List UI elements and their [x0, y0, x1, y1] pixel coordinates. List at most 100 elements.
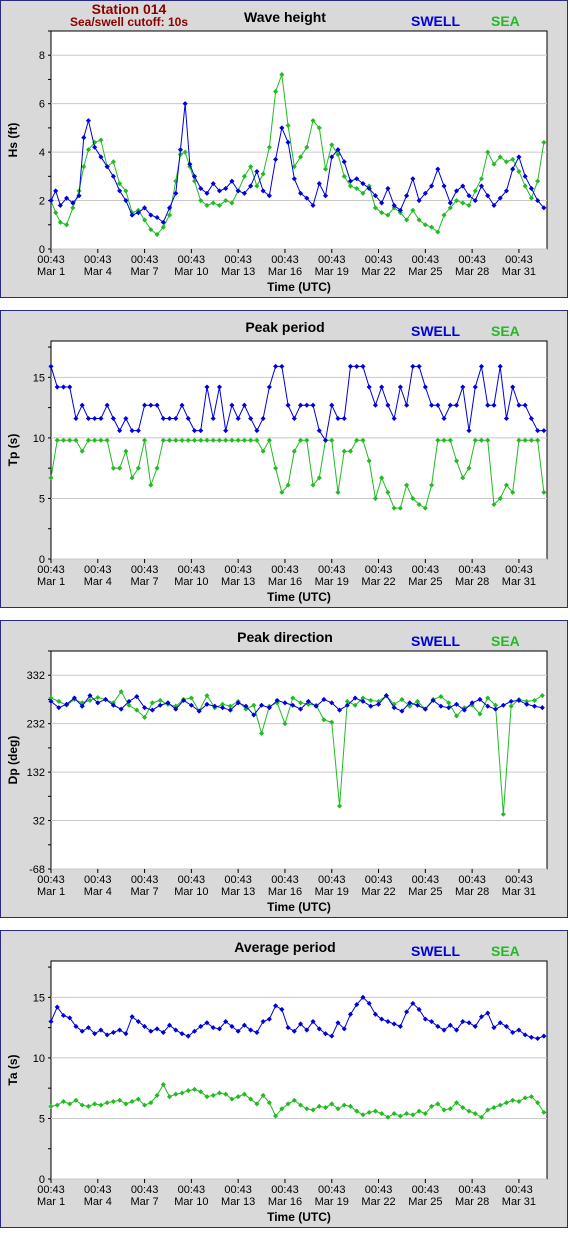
y-tick-label: 132 [27, 767, 45, 779]
y-tick-label: 6 [39, 99, 45, 111]
x-tick-time: 00:43 [178, 1184, 206, 1196]
x-axis-label: Time (UTC) [267, 280, 331, 294]
x-tick-time: 00:43 [224, 1184, 252, 1196]
x-tick-date: Mar 10 [174, 576, 208, 588]
y-tick-label: 2 [39, 196, 45, 208]
x-tick-date: Mar 22 [361, 576, 395, 588]
x-tick-time: 00:43 [84, 874, 112, 886]
x-tick-time: 00:43 [412, 564, 440, 576]
x-tick-date: Mar 16 [268, 266, 302, 278]
x-tick-time: 00:43 [412, 254, 440, 266]
x-axis-label: Time (UTC) [267, 590, 331, 604]
chart-title: Wave height [244, 9, 326, 25]
x-tick-time: 00:43 [271, 874, 299, 886]
chart-svg: 0246800:43Mar 100:43Mar 400:43Mar 700:43… [6, 9, 548, 294]
y-tick-label: 232 [27, 719, 45, 731]
x-tick-time: 00:43 [412, 1184, 440, 1196]
legend-swell: SWELL [411, 633, 460, 649]
x-tick-time: 00:43 [178, 874, 206, 886]
x-tick-date: Mar 31 [502, 886, 536, 898]
x-tick-date: Mar 1 [37, 266, 65, 278]
legend-sea: SEA [491, 943, 520, 959]
chart-title: Average period [234, 939, 335, 955]
x-tick-date: Mar 28 [455, 1196, 489, 1208]
x-tick-time: 00:43 [224, 874, 252, 886]
chart-panel: 0 5 10 15 00:43 Mar 1 00:43 Mar 4 00:43 Mar 7 00:4… [0, 930, 568, 1228]
legend-sea: SEA [491, 633, 520, 649]
x-tick-time: 00:43 [224, 564, 252, 576]
chart-svg: 05101500:43Mar 100:43Mar 400:43Mar 700:4… [6, 319, 548, 604]
x-tick-time: 00:43 [84, 254, 112, 266]
x-tick-date: Mar 22 [361, 886, 395, 898]
y-tick-label: 32 [33, 816, 45, 828]
x-tick-date: Mar 31 [502, 266, 536, 278]
x-tick-date: Mar 19 [315, 576, 349, 588]
chart-title: Peak period [245, 319, 324, 335]
x-tick-date: Mar 4 [84, 1196, 112, 1208]
x-tick-date: Mar 1 [37, 886, 65, 898]
x-tick-date: Mar 25 [408, 1196, 442, 1208]
y-axis-label: Ta (s) [6, 1054, 20, 1085]
chart-svg: -683213223233200:43Mar 100:43Mar 400:43M… [6, 629, 548, 914]
x-tick-date: Mar 25 [408, 576, 442, 588]
x-tick-time: 00:43 [271, 1184, 299, 1196]
x-tick-date: Mar 13 [221, 266, 255, 278]
x-tick-time: 00:43 [365, 1184, 393, 1196]
x-tick-time: 00:43 [37, 564, 65, 576]
x-tick-time: 00:43 [178, 564, 206, 576]
chart-panel: 0 5 10 15 00:43 Mar 1 00:43 Mar 4 00:43 Mar 7 00:4… [0, 310, 568, 608]
x-tick-time: 00:43 [505, 254, 533, 266]
x-tick-date: Mar 19 [315, 1196, 349, 1208]
x-tick-date: Mar 19 [315, 886, 349, 898]
legend-sea: SEA [491, 13, 520, 29]
y-axis-label: Dp (deg) [6, 736, 20, 785]
x-tick-date: Mar 7 [131, 1196, 159, 1208]
x-axis-label: Time (UTC) [267, 900, 331, 914]
x-tick-time: 00:43 [318, 874, 346, 886]
y-tick-label: 10 [33, 433, 45, 445]
x-tick-time: 00:43 [178, 254, 206, 266]
x-tick-time: 00:43 [37, 1184, 65, 1196]
x-tick-time: 00:43 [131, 1184, 159, 1196]
x-tick-time: 00:43 [318, 1184, 346, 1196]
x-tick-time: 00:43 [318, 254, 346, 266]
x-tick-time: 00:43 [458, 254, 486, 266]
y-tick-label: 5 [39, 1113, 45, 1125]
x-tick-date: Mar 22 [361, 266, 395, 278]
x-tick-time: 00:43 [271, 564, 299, 576]
x-axis-label: Time (UTC) [267, 1210, 331, 1224]
y-axis-label: Hs (ft) [6, 123, 20, 158]
x-tick-time: 00:43 [224, 254, 252, 266]
x-tick-date: Mar 4 [84, 266, 112, 278]
x-tick-time: 00:43 [365, 564, 393, 576]
x-tick-time: 00:43 [365, 874, 393, 886]
y-tick-label: 8 [39, 50, 45, 62]
legend-sea: SEA [491, 323, 520, 339]
x-tick-time: 00:43 [37, 254, 65, 266]
x-tick-date: Mar 1 [37, 576, 65, 588]
x-tick-date: Mar 10 [174, 266, 208, 278]
x-tick-date: Mar 16 [268, 1196, 302, 1208]
x-tick-time: 00:43 [505, 564, 533, 576]
x-tick-date: Mar 31 [502, 576, 536, 588]
y-tick-label: 15 [33, 372, 45, 384]
x-tick-date: Mar 10 [174, 1196, 208, 1208]
x-tick-date: Mar 25 [408, 886, 442, 898]
x-tick-date: Mar 25 [408, 266, 442, 278]
x-tick-time: 00:43 [131, 874, 159, 886]
plot-area [50, 960, 548, 1180]
x-tick-time: 00:43 [37, 874, 65, 886]
legend-swell: SWELL [411, 13, 460, 29]
legend-swell: SWELL [411, 323, 460, 339]
x-tick-time: 00:43 [84, 1184, 112, 1196]
x-tick-time: 00:43 [458, 1184, 486, 1196]
x-tick-time: 00:43 [365, 254, 393, 266]
x-tick-date: Mar 16 [268, 886, 302, 898]
y-tick-label: 15 [33, 992, 45, 1004]
chart-panel: Station 014 Sea/swell cutoff: 10s 024680… [0, 0, 568, 298]
x-tick-date: Mar 13 [221, 1196, 255, 1208]
legend-swell: SWELL [411, 943, 460, 959]
x-tick-time: 00:43 [271, 254, 299, 266]
chart-panel: -68 32 132 232 332 00:43 Mar 1 00:43 Mar 4 00:43 M… [0, 620, 568, 918]
y-tick-label: 4 [39, 147, 45, 159]
